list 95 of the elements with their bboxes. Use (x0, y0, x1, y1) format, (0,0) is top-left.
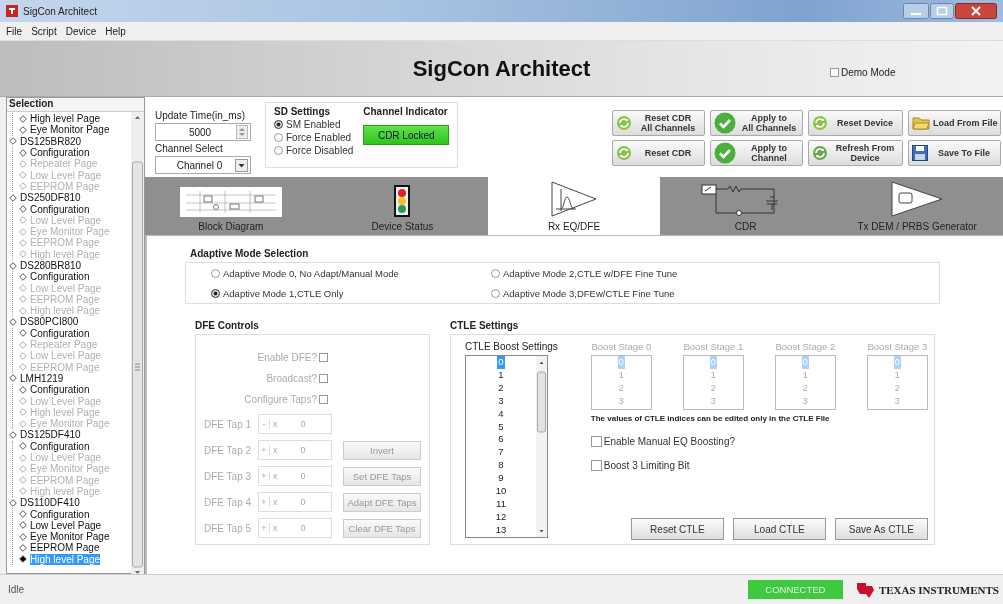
group-title: SD Settings (274, 106, 332, 117)
tap-label: DFE Tap 4 (204, 496, 253, 508)
tree-item[interactable]: DS250DF810 (7, 192, 131, 204)
tree-item[interactable]: Eye Monitor Page (19, 124, 131, 136)
list-title: CTLE Boost Settings (465, 341, 558, 352)
radio-button[interactable]: Adaptive Mode 1,CTLE Only (211, 287, 491, 299)
section-title: Adaptive Mode Selection (190, 248, 309, 259)
logo-icon (854, 580, 875, 599)
circular-arrows-icon (616, 115, 632, 131)
action-button[interactable]: Reset Device (808, 110, 903, 136)
block-diagram-icon (179, 187, 282, 217)
radio-button[interactable]: SM Enabled (274, 119, 354, 130)
tree-item[interactable]: Configuration (19, 203, 131, 215)
tree-item[interactable]: DS280BR810 (7, 259, 131, 272)
checkbox[interactable]: Enable Manual EQ Boosting? (590, 436, 928, 447)
section-title: DFE Controls (195, 320, 259, 331)
section-title: CTLE Settings (450, 320, 519, 331)
tree-item[interactable]: EEPROM Page (19, 542, 131, 554)
status-text: Idle (8, 584, 25, 595)
radio-button[interactable]: Force Enabled (274, 132, 354, 143)
tree-item[interactable]: DS110DF410 (7, 497, 131, 509)
channel-select-label: Channel Select (155, 143, 224, 154)
tap-label: DFE Tap 2 (204, 444, 253, 456)
close-button[interactable] (955, 3, 997, 19)
refresh-icon (812, 145, 828, 161)
tree-item[interactable]: DS80PCI800 (7, 316, 131, 328)
list-title: Boost Stage 2 (775, 341, 836, 352)
tree-item[interactable]: Configuration (19, 271, 131, 283)
amplifier-icon (891, 181, 944, 217)
menu-item[interactable]: Device (65, 25, 97, 37)
tap-label: DFE Tap 3 (204, 470, 253, 482)
tree-item[interactable]: Configuration (19, 508, 131, 520)
maximize-button[interactable] (930, 3, 954, 19)
ctle-button[interactable]: Load CTLE (732, 518, 826, 540)
ctle-button[interactable]: Reset CTLE (630, 518, 724, 540)
tree-item[interactable]: High level Page (19, 113, 131, 125)
update-time-field[interactable]: 5000 (155, 123, 251, 141)
action-button[interactable]: Apply to All Channels (710, 110, 803, 136)
tree-item[interactable]: Configuration (19, 440, 131, 452)
tree-item[interactable]: LMH1219 (7, 372, 131, 385)
update-time-label: Update Time(in_ms) (155, 110, 247, 121)
checkbox[interactable]: Boost 3 Limiting Bit (590, 460, 928, 471)
action-button[interactable]: Reset CDR All Channels (612, 110, 705, 136)
sidebar-title: Selection (9, 98, 54, 109)
status-indicator: CDR Locked (363, 125, 450, 145)
tree-item[interactable]: Configuration (19, 327, 131, 339)
action-button[interactable]: Load From File (908, 110, 1001, 136)
boost-settings-list[interactable]: 0 1 2 3 4 5 6 7 8 9 10 11 12 13 (465, 355, 548, 538)
group-title: Channel Indicator (363, 106, 449, 117)
channel-select-dropdown[interactable]: Channel 0 (155, 156, 251, 174)
action-button[interactable]: Reset CDR (612, 140, 705, 166)
menu-item[interactable]: Help (105, 25, 126, 37)
action-button[interactable]: Apply to Channel (710, 140, 803, 166)
tap-label: DFE Tap 5 (204, 522, 253, 534)
minimize-button[interactable] (903, 3, 929, 19)
amplifier-icon (551, 181, 597, 217)
tab[interactable]: Rx EQ/DFE (488, 177, 660, 235)
radio-button[interactable]: Adaptive Mode 0, No Adapt/Manual Mode (211, 267, 491, 279)
tree-item[interactable]: Configuration (19, 384, 131, 396)
check-icon (714, 112, 736, 134)
menu-item[interactable]: Script (31, 25, 57, 37)
demo-mode-checkbox[interactable]: Demo Mode (830, 67, 896, 78)
tap-label: DFE Tap 1 (204, 418, 253, 430)
traffic-light-icon (394, 185, 411, 217)
scrollbar[interactable] (536, 356, 547, 537)
connection-status: CONNECTED (747, 580, 843, 599)
tree-item[interactable]: DS125DF410 (7, 429, 131, 441)
circular-arrows-icon (812, 115, 828, 131)
circular-arrows-icon (616, 145, 632, 161)
tree-item[interactable]: Eye Monitor Page (19, 531, 131, 543)
folder-icon (912, 115, 930, 131)
tree-item[interactable]: Low Level Page (19, 519, 131, 531)
tree-item[interactable]: DS125BR820 (7, 135, 131, 147)
brand-name: TEXAS INSTRUMENTS (878, 583, 999, 596)
list-title: Boost Stage 3 (867, 341, 928, 352)
action-button[interactable]: Save To File (908, 140, 1001, 166)
list-title: Boost Stage 1 (683, 341, 744, 352)
app-icon (6, 5, 18, 17)
radio-button[interactable]: Adaptive Mode 3,DFEw/CTLE Fine Tune (491, 287, 939, 299)
spinner-arrows-icon (236, 125, 248, 139)
app-title: SigCon Architect (412, 55, 591, 82)
tree-item[interactable]: Configuration (19, 146, 131, 159)
tab[interactable]: Device Status (316, 177, 489, 235)
list-title: Boost Stage 0 (591, 341, 652, 352)
menu-item[interactable]: File (6, 25, 23, 37)
check-icon (714, 142, 736, 164)
window-title: SigCon Architect (23, 5, 97, 17)
note-text: The values of CTLE indices can be edited only in the CTLE File (590, 414, 831, 423)
tab[interactable]: CDR (659, 177, 832, 235)
ctle-button[interactable]: Save As CTLE (834, 518, 928, 540)
action-button[interactable]: Refresh From Device (808, 140, 903, 166)
tab[interactable]: Tx DEM / PRBS Generator (831, 177, 1003, 235)
tab[interactable]: Block Diagram (145, 177, 317, 235)
radio-button[interactable]: Force Disabled (274, 145, 354, 156)
radio-button[interactable]: Adaptive Mode 2,CTLE w/DFE Fine Tune (491, 267, 939, 279)
